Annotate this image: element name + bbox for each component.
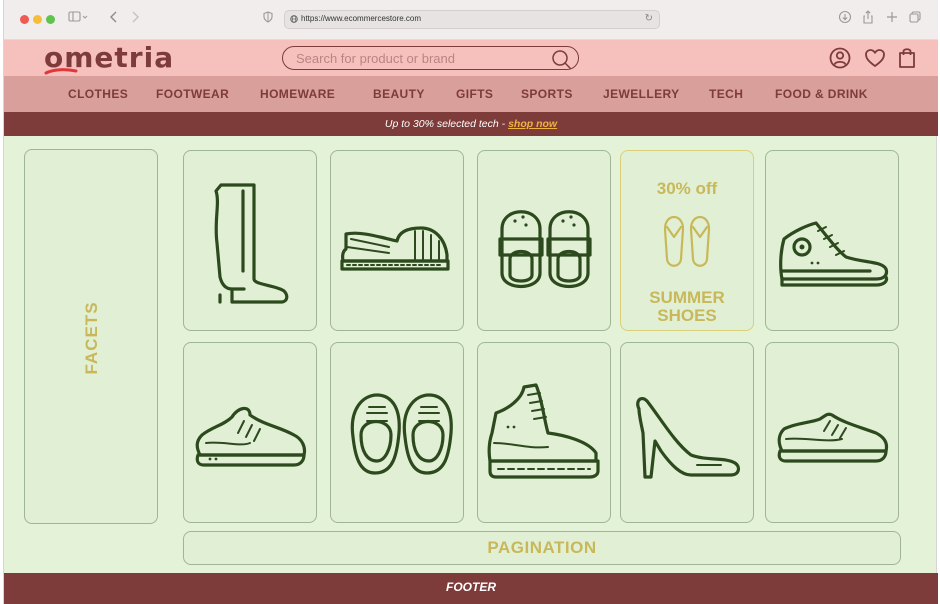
facets-panel[interactable]: FACETS <box>24 149 158 524</box>
search-box <box>282 46 579 70</box>
promo-card-summer-shoes[interactable]: 30% off SUMMER SHOES <box>620 150 754 331</box>
pagination-label: PAGINATION <box>487 538 597 557</box>
shoes-pair-icon <box>350 393 453 475</box>
site-header: ometria <box>4 40 938 76</box>
search-input[interactable] <box>296 50 546 66</box>
product-card[interactable] <box>620 342 754 523</box>
product-card[interactable] <box>330 342 464 523</box>
high-heel-icon <box>636 397 741 479</box>
close-window-button[interactable] <box>20 15 29 24</box>
hightop-sneaker-icon <box>779 221 889 287</box>
running-shoe-icon <box>195 406 307 467</box>
site-footer: FOOTER <box>4 573 938 604</box>
product-card[interactable] <box>765 150 899 331</box>
nav-item-homeware[interactable]: HOMEWARE <box>260 87 335 101</box>
url-text: https://www.ecommercestore.com <box>301 14 422 23</box>
shopping-bag-icon[interactable] <box>896 46 918 70</box>
account-icon[interactable] <box>828 46 852 70</box>
address-bar[interactable]: https://www.ecommercestore.com ↻ <box>284 10 660 29</box>
footer-label: FOOTER <box>446 580 496 594</box>
product-card[interactable] <box>183 342 317 523</box>
boot-icon <box>214 183 289 304</box>
product-card[interactable] <box>330 150 464 331</box>
logo-swoosh-icon <box>44 68 78 75</box>
sidebar-toggle-icon[interactable] <box>68 10 90 29</box>
browser-window: https://www.ecommercestore.com ↻ ometria… <box>3 0 938 604</box>
pagination[interactable]: PAGINATION <box>183 531 901 565</box>
nav-item-tech[interactable]: TECH <box>709 87 743 101</box>
tab-overview-icon[interactable] <box>908 10 922 29</box>
product-card[interactable] <box>477 342 611 523</box>
share-icon[interactable] <box>862 10 874 29</box>
category-nav: CLOTHES FOOTWEAR HOMEWARE BEAUTY GIFTS S… <box>4 76 938 112</box>
shop-now-link[interactable]: shop now <box>508 118 557 130</box>
product-card[interactable] <box>183 150 317 331</box>
sneaker-icon <box>777 412 889 463</box>
search-icon[interactable] <box>550 48 572 70</box>
browser-toolbar: https://www.ecommercestore.com ↻ <box>4 0 938 40</box>
slippers-icon <box>498 210 592 288</box>
maximize-window-button[interactable] <box>46 15 55 24</box>
reload-icon[interactable]: ↻ <box>645 13 653 24</box>
minimize-window-button[interactable] <box>33 15 42 24</box>
nav-item-clothes[interactable]: CLOTHES <box>68 87 128 101</box>
nav-item-food-drink[interactable]: FOOD & DRINK <box>775 87 868 101</box>
nav-item-jewellery[interactable]: JEWELLERY <box>603 87 680 101</box>
espadrille-icon <box>340 226 450 271</box>
product-card[interactable] <box>477 150 611 331</box>
new-tab-icon[interactable] <box>886 10 898 29</box>
forward-arrow-icon[interactable] <box>130 10 140 29</box>
wishlist-heart-icon[interactable] <box>863 46 887 70</box>
nav-item-beauty[interactable]: BEAUTY <box>373 87 425 101</box>
nav-item-footwear[interactable]: FOOTWEAR <box>156 87 229 101</box>
banner-text: Up to 30% selected tech - shop now <box>384 118 558 130</box>
nav-item-gifts[interactable]: GIFTS <box>456 87 493 101</box>
hiking-boot-icon <box>487 383 600 479</box>
promo-title: SUMMER SHOES <box>649 288 725 325</box>
download-icon[interactable] <box>838 10 852 29</box>
nav-item-sports[interactable]: SPORTS <box>521 87 573 101</box>
globe-icon <box>290 15 298 23</box>
promo-banner: Up to 30% selected tech - shop now <box>4 112 938 136</box>
privacy-shield-icon[interactable] <box>262 10 274 29</box>
back-arrow-icon[interactable] <box>109 10 119 29</box>
product-card[interactable] <box>765 342 899 523</box>
facets-label: FACETS <box>82 301 101 375</box>
